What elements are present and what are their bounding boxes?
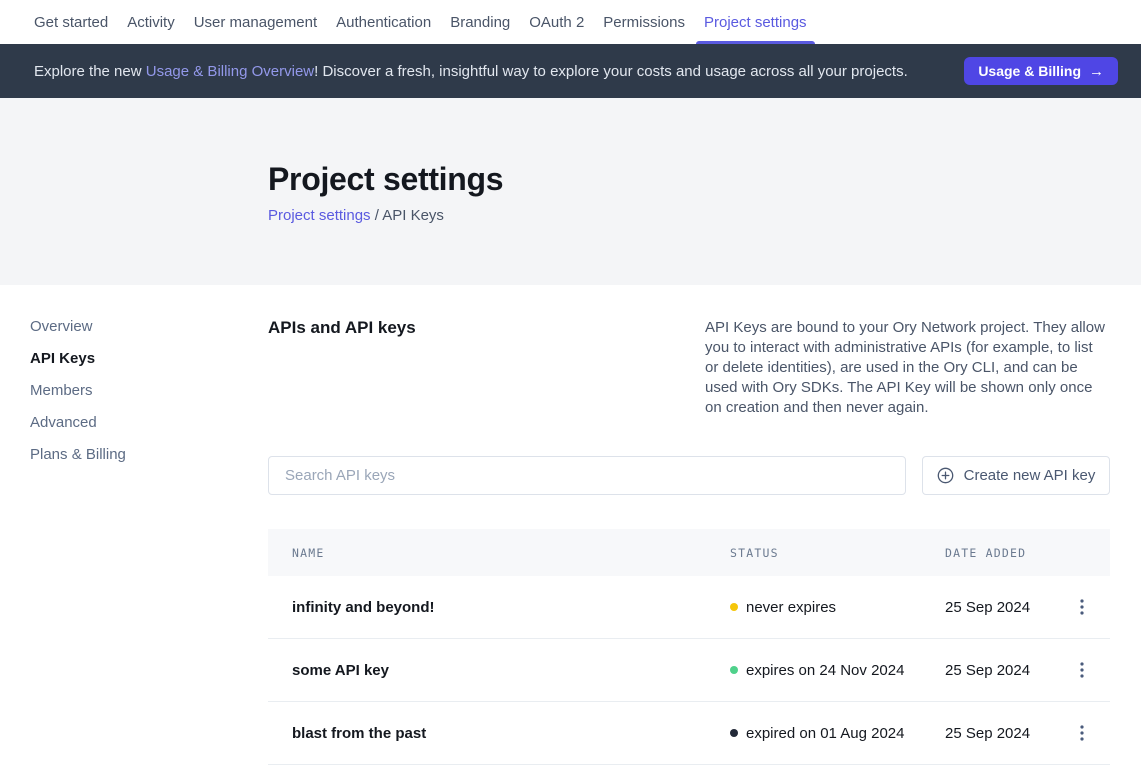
- tab-project-settings[interactable]: Project settings: [704, 0, 807, 44]
- kebab-menu-icon: [1080, 725, 1084, 741]
- page-header: Project settings Project settings / API …: [0, 98, 1141, 285]
- column-header-name: NAME: [292, 546, 730, 560]
- table-row: infinity and beyond! never expires 25 Se…: [268, 576, 1110, 639]
- api-key-status: expires on 24 Nov 2024: [730, 662, 945, 679]
- sidebar-item-members[interactable]: Members: [30, 382, 268, 414]
- status-dot: [730, 729, 738, 737]
- api-key-status: expired on 01 Aug 2024: [730, 725, 945, 742]
- section-title: APIs and API keys: [268, 318, 416, 338]
- table-row: some API key expires on 24 Nov 2024 25 S…: [268, 639, 1110, 702]
- table-row: blast from the past expired on 01 Aug 20…: [268, 702, 1110, 765]
- usage-billing-button[interactable]: Usage & Billing →: [964, 57, 1118, 85]
- top-navigation: Get started Activity User management Aut…: [0, 0, 1141, 44]
- tab-permissions[interactable]: Permissions: [603, 0, 685, 44]
- plus-circle-icon: [937, 467, 954, 484]
- api-key-name: blast from the past: [292, 725, 730, 742]
- banner-message: Explore the new Usage & Billing Overview…: [34, 63, 964, 80]
- status-text: expires on 24 Nov 2024: [746, 662, 904, 679]
- tab-oauth2[interactable]: OAuth 2: [529, 0, 584, 44]
- column-header-status: STATUS: [730, 546, 945, 560]
- status-text: expired on 01 Aug 2024: [746, 725, 904, 742]
- row-actions-kebab-menu[interactable]: [1070, 658, 1094, 682]
- content-area: Overview API Keys Members Advanced Plans…: [0, 285, 1141, 765]
- kebab-menu-icon: [1080, 599, 1084, 615]
- usage-billing-banner: Explore the new Usage & Billing Overview…: [0, 44, 1141, 98]
- status-dot: [730, 666, 738, 674]
- status-dot: [730, 603, 738, 611]
- sidebar-item-plans-billing[interactable]: Plans & Billing: [30, 446, 268, 478]
- breadcrumb: Project settings / API Keys: [268, 207, 1141, 224]
- create-api-key-button[interactable]: Create new API key: [922, 456, 1110, 495]
- breadcrumb-separator: /: [371, 207, 383, 224]
- row-actions-kebab-menu[interactable]: [1070, 721, 1094, 745]
- table-header-row: NAME STATUS DATE ADDED: [268, 529, 1110, 576]
- sidebar-item-api-keys[interactable]: API Keys: [30, 350, 268, 382]
- tab-get-started[interactable]: Get started: [34, 0, 108, 44]
- page-title: Project settings: [268, 160, 1141, 198]
- api-key-date-added: 25 Sep 2024: [945, 725, 1053, 742]
- arrow-right-icon: →: [1089, 63, 1104, 80]
- create-api-key-label: Create new API key: [964, 467, 1096, 484]
- api-keys-table: NAME STATUS DATE ADDED infinity and beyo…: [268, 529, 1110, 765]
- tab-branding[interactable]: Branding: [450, 0, 510, 44]
- api-key-status: never expires: [730, 599, 945, 616]
- sidebar-item-overview[interactable]: Overview: [30, 318, 268, 350]
- tab-user-management[interactable]: User management: [194, 0, 317, 44]
- api-keys-panel: APIs and API keys API Keys are bound to …: [268, 285, 1141, 765]
- api-key-date-added: 25 Sep 2024: [945, 662, 1053, 679]
- settings-sidebar: Overview API Keys Members Advanced Plans…: [0, 285, 268, 765]
- sidebar-item-advanced[interactable]: Advanced: [30, 414, 268, 446]
- search-input[interactable]: [268, 456, 906, 495]
- tab-activity[interactable]: Activity: [127, 0, 175, 44]
- kebab-menu-icon: [1080, 662, 1084, 678]
- banner-text-before: Explore the new: [34, 63, 146, 80]
- usage-billing-button-label: Usage & Billing: [978, 63, 1081, 79]
- row-actions-kebab-menu[interactable]: [1070, 595, 1094, 619]
- status-text: never expires: [746, 599, 836, 616]
- breadcrumb-current: API Keys: [382, 207, 444, 224]
- breadcrumb-project-settings-link[interactable]: Project settings: [268, 207, 371, 224]
- tab-authentication[interactable]: Authentication: [336, 0, 431, 44]
- section-intro: APIs and API keys API Keys are bound to …: [268, 318, 1110, 418]
- table-controls: Create new API key: [268, 456, 1110, 495]
- banner-text-after: ! Discover a fresh, insightful way to ex…: [314, 63, 908, 80]
- api-key-date-added: 25 Sep 2024: [945, 599, 1053, 616]
- section-description: API Keys are bound to your Ory Network p…: [705, 318, 1110, 418]
- column-header-date-added: DATE ADDED: [945, 546, 1053, 560]
- api-key-name: some API key: [292, 662, 730, 679]
- usage-billing-overview-link[interactable]: Usage & Billing Overview: [146, 63, 314, 80]
- api-key-name: infinity and beyond!: [292, 599, 730, 616]
